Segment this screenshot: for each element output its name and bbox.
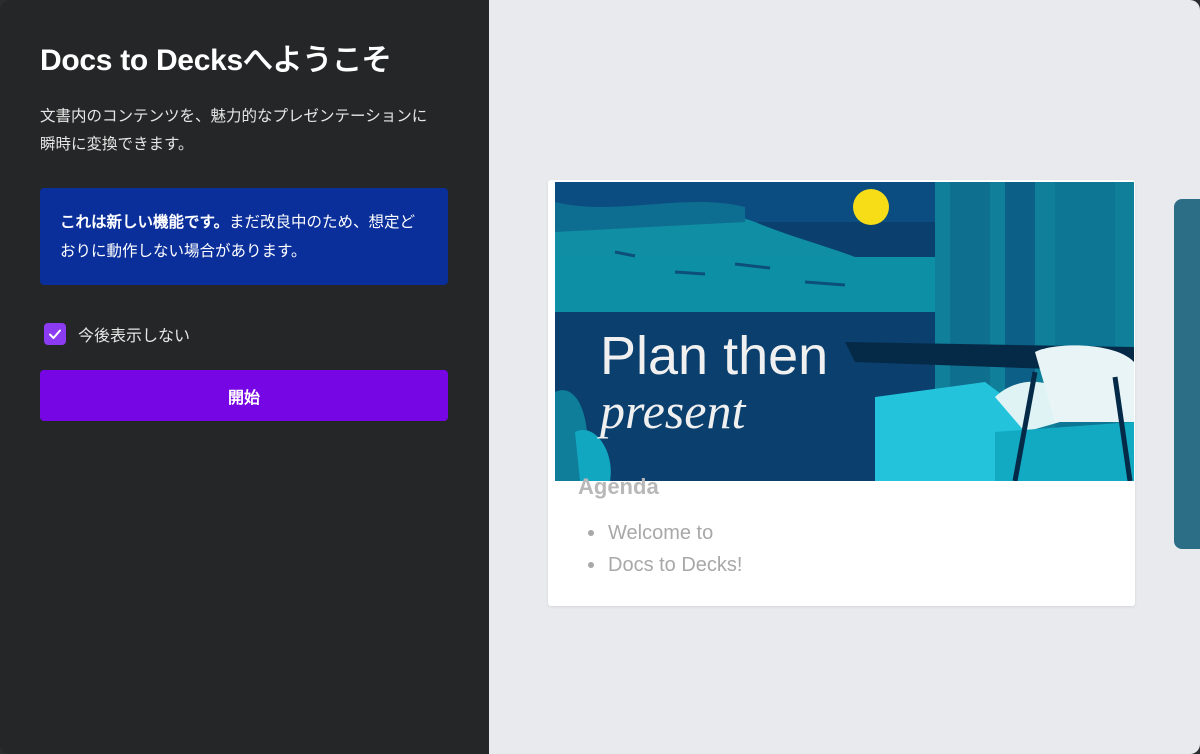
dont-show-again-row[interactable]: 今後表示しない [40,322,449,346]
agenda-title: Agenda [578,474,659,499]
dialog-description: 文書内のコンテンツを、魅力的なプレゼンテーションに瞬時に変換できます。 [40,107,428,153]
list-item: Welcome to [588,517,742,549]
list-item-text: Docs to Decks! [608,554,743,576]
agenda-list: Welcome to Docs to Decks! [588,517,742,581]
dialog-title: Docs to Decksへようこそ [40,44,392,77]
notice-bold-text: これは新しい機能です。 [60,213,229,231]
banner-title-line2: present [600,383,746,439]
list-item: Docs to Decks! [588,549,742,581]
preview-panel: Plan then present Agenda Welcome to Docs… [489,0,1200,754]
dont-show-again-checkbox[interactable] [44,323,66,345]
bullet-icon [588,530,594,536]
dont-show-again-label[interactable]: 今後表示しない [78,322,190,346]
banner-title: Plan then present [600,327,828,437]
list-item-text: Welcome to [608,522,714,544]
presentation-preview: Plan then present Agenda Welcome to Docs… [548,180,1135,606]
banner-title-line1: Plan then [600,326,829,386]
side-scroll-tab[interactable] [1174,199,1200,549]
welcome-dialog: Docs to Decksへようこそ 文書内のコンテンツを、魅力的なプレゼンテー… [0,0,1200,754]
beta-notice: これは新しい機能です。まだ改良中のため、想定どおりに動作しない場合があります。 [40,188,448,285]
intro-panel: Docs to Decksへようこそ 文書内のコンテンツを、魅力的なプレゼンテー… [0,0,489,754]
checkmark-icon [49,329,61,339]
bullet-icon [588,562,594,568]
start-button[interactable]: 開始 [40,370,448,421]
